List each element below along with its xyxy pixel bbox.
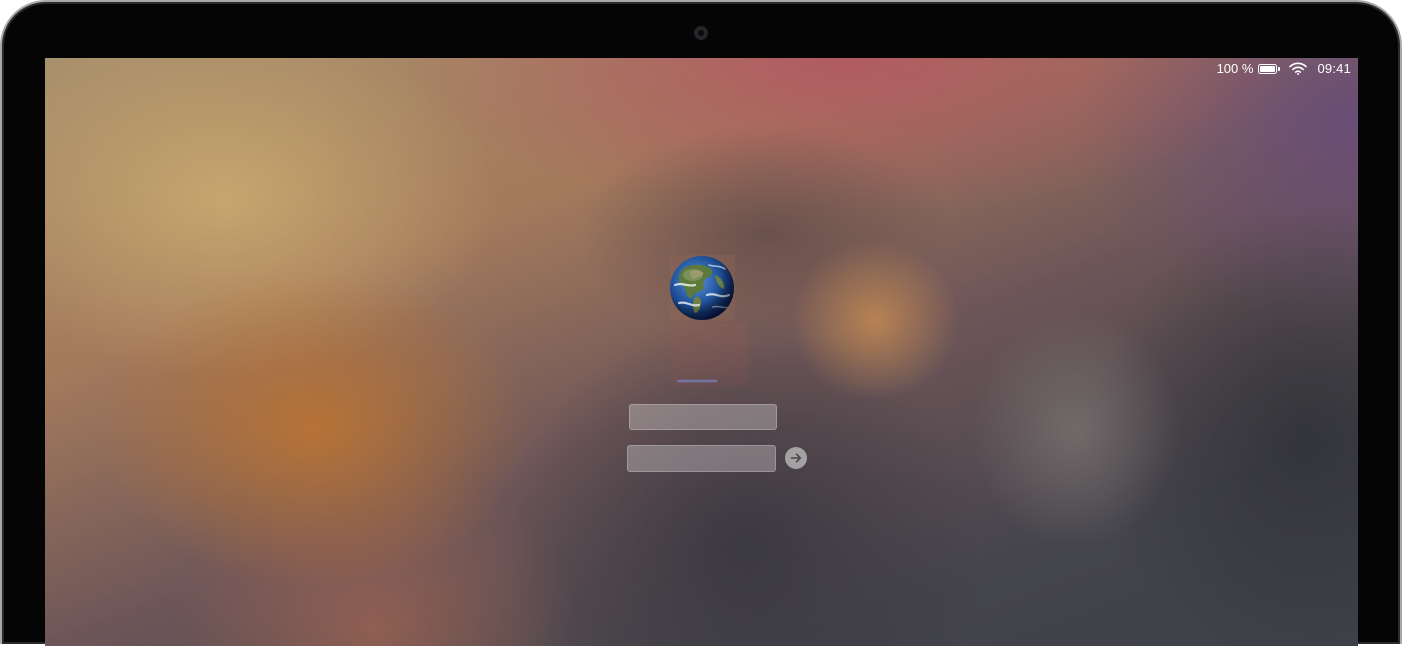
wifi-icon[interactable]: [1289, 62, 1308, 75]
login-screen: 100 % 09:41: [45, 58, 1358, 646]
laptop-bezel: 100 % 09:41: [0, 0, 1402, 646]
globe-avatar[interactable]: [669, 255, 735, 321]
login-submit-button[interactable]: [785, 447, 807, 469]
camera-icon: [695, 27, 707, 39]
status-bar: 100 % 09:41: [1217, 58, 1351, 79]
battery-icon[interactable]: [1258, 63, 1281, 74]
battery-level-fill: [1260, 65, 1276, 72]
password-field[interactable]: [627, 445, 776, 472]
user-name-blurred: [670, 322, 748, 386]
username-field[interactable]: [629, 404, 777, 430]
arrow-right-icon: [790, 453, 802, 463]
battery-percentage: 100 %: [1216, 61, 1254, 76]
clock[interactable]: 09:41: [1317, 61, 1351, 76]
user-name-underline: [677, 380, 717, 382]
